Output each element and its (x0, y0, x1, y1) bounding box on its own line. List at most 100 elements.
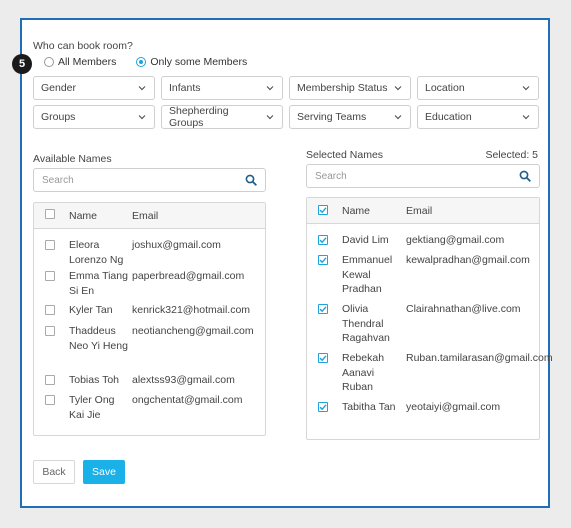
row-name: Emmanuel Kewal Pradhan (342, 254, 393, 295)
chevron-down-icon (394, 115, 402, 120)
chevron-down-icon (266, 86, 274, 91)
chevron-down-icon (138, 86, 146, 91)
table-row[interactable]: Tabitha Tan yeotaiyi@gmail.com (307, 400, 539, 434)
groups-select-value: Groups (41, 111, 76, 123)
row-name: Tobias Toh (69, 374, 120, 386)
table-row[interactable]: Emmanuel Kewal Pradhan kewalpradhan@gmai… (307, 253, 539, 302)
table-row[interactable]: Emma Tiang Si En paperbread@gmail.com (34, 264, 265, 298)
available-name-header: Name (69, 209, 98, 222)
row-checkbox[interactable] (318, 255, 328, 265)
chevron-down-icon (522, 115, 530, 120)
row-email: Ruban.tamilarasan@gmail.com (406, 352, 553, 364)
row-name: David Lim (342, 234, 389, 246)
row-email: kewalpradhan@gmail.com (406, 254, 530, 266)
booking-permissions-card: 5 Who can book room? All Members Only so… (12, 18, 553, 508)
table-row[interactable]: Olivia Thendral Ragahvan Clairahnathan@l… (307, 302, 539, 351)
filter-row-1: Gender Infants Membership Status Locatio… (33, 76, 541, 100)
row-checkbox[interactable] (318, 402, 328, 412)
table-row[interactable]: Tobias Toh alextss93@gmail.com (34, 368, 265, 388)
check-icon (319, 404, 327, 411)
row-name: Eleora Lorenzo Ng (69, 239, 124, 266)
check-icon (319, 257, 327, 264)
row-email: yeotaiyi@gmail.com (406, 401, 501, 413)
education-select[interactable]: Education (417, 105, 539, 129)
row-name: Kyler Tan (69, 304, 113, 316)
serving-teams-select-value: Serving Teams (297, 111, 367, 123)
row-checkbox[interactable] (45, 375, 55, 385)
row-checkbox[interactable] (45, 305, 55, 315)
radio-only-some-members[interactable]: Only some Members (136, 56, 247, 68)
member-scope-radio-group: All Members Only some Members (44, 56, 267, 68)
row-name: Olivia Thendral Ragahvan (342, 303, 390, 344)
check-icon (319, 306, 327, 313)
shepherding-groups-select[interactable]: Shepherding Groups (161, 105, 283, 129)
row-email: ongchentat@gmail.com (132, 394, 243, 406)
groups-select[interactable]: Groups (33, 105, 155, 129)
row-email: Clairahnathan@live.com (406, 303, 521, 315)
gender-select-value: Gender (41, 82, 77, 94)
row-email: kenrick321@hotmail.com (132, 304, 251, 316)
back-button[interactable]: Back (33, 460, 75, 484)
row-name: Rebekah Aanavi Ruban (342, 352, 385, 393)
row-email: neotiancheng@gmail.com (132, 325, 254, 337)
radio-all-members-circle[interactable] (44, 57, 54, 67)
check-icon (319, 237, 327, 244)
row-email: alextss93@gmail.com (132, 374, 235, 386)
row-checkbox[interactable] (318, 235, 328, 245)
chevron-down-icon (266, 115, 274, 120)
table-row[interactable]: Eleora Lorenzo Ng joshux@gmail.com (34, 229, 265, 266)
question-label: Who can book room? (33, 40, 133, 52)
radio-only-some-members-label: Only some Members (150, 56, 248, 68)
search-icon[interactable] (519, 170, 531, 182)
table-row[interactable]: Thaddeus Neo Yi Heng neotiancheng@gmail.… (34, 319, 265, 368)
available-email-header: Email (132, 209, 159, 222)
row-name: Tyler Ong Kai Jie (69, 394, 115, 421)
check-icon (319, 206, 327, 213)
available-search-input[interactable] (42, 174, 202, 186)
row-name: Emma Tiang Si En (69, 270, 128, 297)
save-button[interactable]: Save (83, 460, 125, 484)
selected-search-input[interactable] (315, 170, 475, 182)
selected-select-all-checkbox[interactable] (318, 204, 328, 215)
row-email: joshux@gmail.com (132, 239, 221, 251)
available-select-all-checkbox[interactable] (45, 209, 55, 219)
chevron-down-icon (522, 86, 530, 91)
table-row[interactable]: Tyler Ong Kai Jie ongchentat@gmail.com (34, 388, 265, 422)
available-search-box (33, 168, 266, 192)
gender-select[interactable]: Gender (33, 76, 155, 100)
infants-select[interactable]: Infants (161, 76, 283, 100)
check-icon (319, 355, 327, 362)
chevron-down-icon (138, 115, 146, 120)
membership-status-select-value: Membership Status (297, 82, 388, 94)
membership-status-select[interactable]: Membership Status (289, 76, 411, 100)
row-checkbox[interactable] (45, 271, 55, 281)
selected-names-table: Name Email David Lim gektiang@gmail.com … (306, 197, 553, 440)
radio-only-some-members-circle[interactable] (136, 57, 147, 67)
row-checkbox[interactable] (45, 326, 55, 336)
table-row[interactable]: David Lim gektiang@gmail.com (307, 224, 539, 253)
serving-teams-select[interactable]: Serving Teams (289, 105, 411, 129)
radio-all-members-label: All Members (58, 56, 117, 68)
step-number-badge: 5 (12, 54, 32, 74)
shepherding-groups-select-value: Shepherding Groups (169, 105, 229, 129)
search-icon[interactable] (245, 174, 257, 186)
selected-count: Selected: 5 (485, 149, 538, 161)
row-email: paperbread@gmail.com (132, 270, 245, 282)
location-select[interactable]: Location (417, 76, 539, 100)
row-name: Tabitha Tan (342, 401, 396, 413)
row-checkbox[interactable] (45, 240, 55, 250)
available-names-table: Name Email Eleora Lorenzo Ng joshux@gmai… (33, 202, 266, 436)
selected-names-title: Selected Names (306, 149, 384, 161)
radio-all-members[interactable]: All Members (44, 56, 116, 68)
chevron-down-icon (394, 86, 402, 91)
row-name: Thaddeus Neo Yi Heng (69, 325, 128, 352)
table-row[interactable]: Rebekah Aanavi Ruban Ruban.tamilarasan@g… (307, 351, 553, 400)
location-select-value: Location (425, 82, 465, 94)
row-email: gektiang@gmail.com (406, 234, 505, 246)
row-checkbox[interactable] (318, 304, 328, 314)
table-row[interactable]: Kyler Tan kenrick321@hotmail.com (34, 298, 265, 319)
selected-table-header: Name Email (307, 198, 539, 224)
row-checkbox[interactable] (45, 395, 55, 405)
row-checkbox[interactable] (318, 353, 328, 363)
available-names-title: Available Names (33, 153, 112, 165)
